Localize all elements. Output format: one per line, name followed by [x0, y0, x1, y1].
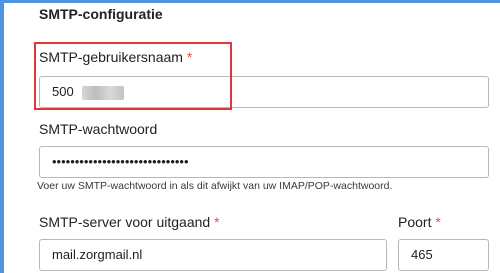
- redacted-blur: [81, 85, 124, 100]
- port-value: 465: [411, 247, 433, 262]
- window-frame-left: [0, 0, 4, 273]
- password-value: ••••••••••••••••••••••••••••••: [52, 154, 189, 169]
- server-label: SMTP-server voor uitgaand: [39, 214, 211, 230]
- server-input[interactable]: mail.zorgmail.nl: [39, 239, 387, 271]
- server-value: mail.zorgmail.nl: [52, 247, 143, 262]
- required-mark: *: [435, 214, 441, 230]
- username-input[interactable]: 500: [39, 76, 489, 108]
- section-title: SMTP-configuratie: [39, 6, 163, 22]
- server-label-group: SMTP-server voor uitgaand *: [39, 214, 220, 230]
- username-label: SMTP-gebruikersnaam: [39, 49, 183, 65]
- username-value: 500: [52, 84, 74, 99]
- password-label: SMTP-wachtwoord: [39, 121, 158, 137]
- password-input[interactable]: ••••••••••••••••••••••••••••••: [39, 146, 489, 178]
- required-mark: *: [214, 214, 220, 230]
- password-hint: Voer uw SMTP-wachtwoord in als dit afwij…: [37, 180, 393, 192]
- port-input[interactable]: 465: [398, 239, 489, 271]
- username-label-group: SMTP-gebruikersnaam *: [39, 49, 192, 65]
- port-label: Poort: [398, 214, 432, 230]
- required-mark: *: [186, 49, 193, 65]
- window-frame-top: [0, 0, 500, 3]
- port-label-group: Poort *: [398, 214, 441, 230]
